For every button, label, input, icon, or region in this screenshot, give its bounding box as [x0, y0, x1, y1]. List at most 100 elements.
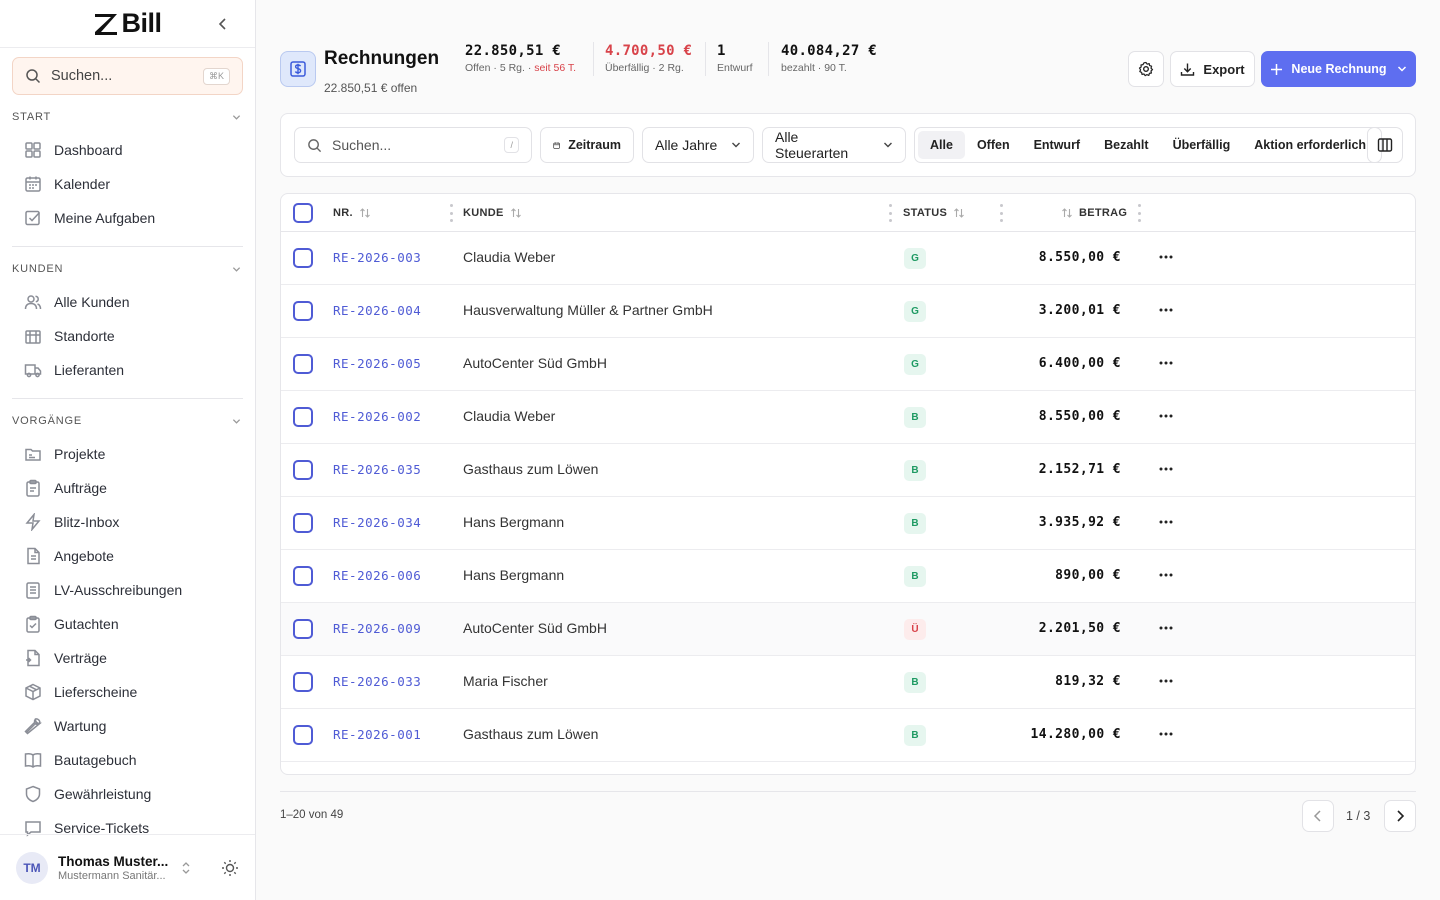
- sidebar-section-1[interactable]: KUNDEN: [0, 259, 255, 279]
- sidebar-item-dashboard[interactable]: Dashboard: [0, 133, 255, 167]
- invoice-number-link[interactable]: RE-2026-005: [333, 356, 421, 371]
- table-row[interactable]: RE-2026-006 Hans Bergmann B 890,00 €: [281, 550, 1415, 603]
- sidebar-item-lieferscheine[interactable]: Lieferscheine: [0, 675, 255, 709]
- truck-icon: [24, 364, 42, 378]
- sidebar-item-angebote[interactable]: Angebote: [0, 539, 255, 573]
- row-checkbox[interactable]: [293, 354, 313, 374]
- row-actions-button[interactable]: [1155, 352, 1177, 374]
- invoice-number-link[interactable]: RE-2026-003: [333, 250, 421, 265]
- row-actions-button[interactable]: [1155, 246, 1177, 268]
- column-resize-handle[interactable]: [888, 204, 892, 222]
- invoice-number-link[interactable]: RE-2026-004: [333, 303, 421, 318]
- more-horizontal-icon: [1159, 679, 1173, 683]
- row-actions-button[interactable]: [1155, 670, 1177, 692]
- sidebar-item-projekte[interactable]: Projekte: [0, 437, 255, 471]
- row-checkbox[interactable]: [293, 407, 313, 427]
- invoice-number-link[interactable]: RE-2026-002: [333, 409, 421, 424]
- sidebar-item-bautagebuch[interactable]: Bautagebuch: [0, 743, 255, 777]
- table-search-input[interactable]: Suchen... /: [294, 127, 532, 163]
- tab-filter-5[interactable]: Aktion erforderlich: [1242, 131, 1378, 159]
- invoice-number-link[interactable]: RE-2026-009: [333, 621, 421, 636]
- collapse-sidebar-button[interactable]: [213, 14, 233, 34]
- invoice-number-link[interactable]: RE-2026-034: [333, 515, 421, 530]
- tab-filter-0[interactable]: Alle: [918, 131, 965, 159]
- row-actions-button[interactable]: [1155, 564, 1177, 586]
- row-checkbox[interactable]: [293, 725, 313, 745]
- user-menu[interactable]: TM Thomas Muster... Mustermann Sanitär..…: [0, 834, 255, 900]
- sidebar-item-lieferanten[interactable]: Lieferanten: [0, 353, 255, 387]
- sidebar-item-verträge[interactable]: Verträge: [0, 641, 255, 675]
- table-row[interactable]: RE-2026-035 Gasthaus zum Löwen B 2.152,7…: [281, 444, 1415, 497]
- sidebar-section-0[interactable]: START: [0, 107, 255, 127]
- tab-filter-3[interactable]: Bezahlt: [1092, 131, 1160, 159]
- tab-filter-1[interactable]: Offen: [965, 131, 1022, 159]
- status-badge: B: [904, 672, 926, 693]
- row-actions-button[interactable]: [1155, 511, 1177, 533]
- sidebar-item-blitz-inbox[interactable]: Blitz-Inbox: [0, 505, 255, 539]
- sun-icon[interactable]: [221, 859, 239, 877]
- table-row[interactable]: RE-2026-005 AutoCenter Süd GmbH G 6.400,…: [281, 338, 1415, 391]
- customer-name: Claudia Weber: [463, 408, 556, 424]
- sidebar-item-wartung[interactable]: Wartung: [0, 709, 255, 743]
- invoice-number-link[interactable]: RE-2026-033: [333, 674, 421, 689]
- column-betrag[interactable]: BETRAG: [1061, 194, 1127, 232]
- row-checkbox[interactable]: [293, 513, 313, 533]
- row-checkbox[interactable]: [293, 460, 313, 480]
- tab-filter-2[interactable]: Entwurf: [1022, 131, 1093, 159]
- chevron-down-icon: [232, 418, 241, 424]
- table-row[interactable]: RE-2026-033 Maria Fischer B 819,32 €: [281, 656, 1415, 709]
- brand-logo[interactable]: Bill: [93, 8, 162, 39]
- row-checkbox[interactable]: [293, 248, 313, 268]
- prev-page-button[interactable]: [1302, 800, 1334, 832]
- table-row[interactable]: RE-2026-009 AutoCenter Süd GmbH Ü 2.201,…: [281, 603, 1415, 656]
- row-checkbox[interactable]: [293, 301, 313, 321]
- sidebar-item-alle-kunden[interactable]: Alle Kunden: [0, 285, 255, 319]
- table-row[interactable]: RE-2026-001 Gasthaus zum Löwen B 14.280,…: [281, 709, 1415, 762]
- table-row[interactable]: RE-2026-002 Claudia Weber B 8.550,00 €: [281, 391, 1415, 444]
- next-page-button[interactable]: [1384, 800, 1416, 832]
- search-slash-shortcut: /: [504, 137, 519, 153]
- sidebar-section-2[interactable]: VORGÄNGE: [0, 411, 255, 431]
- row-actions-button[interactable]: [1155, 299, 1177, 321]
- table-row[interactable]: RE-2026-004 Hausverwaltung Müller & Part…: [281, 285, 1415, 338]
- sidebar-item-gewährleistung[interactable]: Gewährleistung: [0, 777, 255, 811]
- contract-icon: [26, 649, 40, 667]
- sidebar-item-kalender[interactable]: Kalender: [0, 167, 255, 201]
- year-select[interactable]: Alle Jahre: [642, 127, 754, 163]
- invoice-number-link[interactable]: RE-2026-035: [333, 462, 421, 477]
- column-kunde[interactable]: KUNDE: [463, 194, 522, 232]
- column-nr[interactable]: NR.: [333, 194, 371, 232]
- column-resize-handle[interactable]: [449, 204, 453, 222]
- table-row[interactable]: RE-2026-034 Hans Bergmann B 3.935,92 €: [281, 497, 1415, 550]
- sidebar-section-title: KUNDEN: [12, 263, 64, 275]
- sidebar-item-gutachten[interactable]: Gutachten: [0, 607, 255, 641]
- sidebar-item-lv-ausschreibungen[interactable]: LV-Ausschreibungen: [0, 573, 255, 607]
- row-checkbox[interactable]: [293, 619, 313, 639]
- sidebar-item-meine-aufgaben[interactable]: Meine Aufgaben: [0, 201, 255, 235]
- zeitraum-button[interactable]: Zeitraum: [540, 127, 634, 163]
- tax-type-select[interactable]: Alle Steuerarten: [762, 127, 906, 163]
- invoice-number-link[interactable]: RE-2026-001: [333, 727, 421, 742]
- row-actions-button[interactable]: [1155, 617, 1177, 639]
- export-button[interactable]: Export: [1170, 51, 1255, 87]
- column-resize-handle[interactable]: [1137, 204, 1141, 222]
- amount: 8.550,00 €: [1038, 409, 1121, 424]
- invoice-number-link[interactable]: RE-2026-006: [333, 568, 421, 583]
- column-status[interactable]: STATUS: [903, 194, 965, 232]
- new-invoice-button[interactable]: Neue Rechnung: [1261, 51, 1416, 87]
- column-resize-handle[interactable]: [999, 204, 1003, 222]
- select-all-checkbox[interactable]: [293, 203, 313, 223]
- settings-button[interactable]: [1128, 51, 1164, 87]
- columns-button[interactable]: [1367, 127, 1403, 163]
- row-checkbox[interactable]: [293, 566, 313, 586]
- row-actions-button[interactable]: [1155, 405, 1177, 427]
- sidebar-search[interactable]: Suchen... ⌘K: [12, 57, 243, 95]
- table-row[interactable]: RE-2026-003 Claudia Weber G 8.550,00 €: [281, 232, 1415, 285]
- tab-filter-4[interactable]: Überfällig: [1161, 131, 1243, 159]
- row-actions-button[interactable]: [1155, 723, 1177, 745]
- sidebar-item-label: Meine Aufgaben: [54, 210, 156, 226]
- row-checkbox[interactable]: [293, 672, 313, 692]
- sidebar-item-aufträge[interactable]: Aufträge: [0, 471, 255, 505]
- row-actions-button[interactable]: [1155, 458, 1177, 480]
- sidebar-item-standorte[interactable]: Standorte: [0, 319, 255, 353]
